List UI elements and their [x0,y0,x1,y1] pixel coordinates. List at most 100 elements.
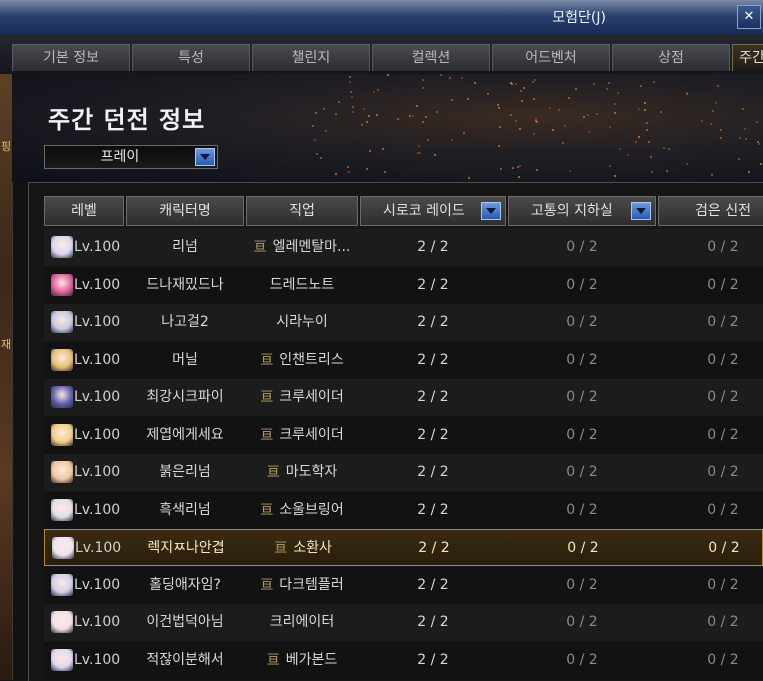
clear-count-cell: 0 / 2 [707,276,739,293]
character-avatar [51,311,73,333]
clear-count-cell: 0 / 2 [707,314,739,330]
character-name-cell: 렉지ㅉ나안겹 [147,540,225,556]
guild-emblem-icon: 亘 [266,652,280,668]
clear-count-cell: 2 / 2 [417,351,449,368]
ember-particle [607,82,610,85]
ember-particle [685,162,688,165]
character-name-cell: 이건법덕아님 [146,614,224,630]
job-label: 엘레멘탈마... [272,239,351,255]
ember-particle [337,100,340,103]
table-row[interactable]: Lv.100 나고걸2 시라누이 2 / 2 0 / 2 0 / 2 [44,304,763,341]
ember-particle [558,108,561,111]
job-label: 크루세이더 [279,426,344,443]
column-header-job[interactable]: 직업 [246,196,358,226]
ember-particle [711,110,714,113]
tab-traits[interactable]: 특성 [132,44,250,71]
level-cell: Lv.100 [74,351,121,368]
clear-count-cell: 2 / 2 [418,540,450,556]
tab-challenge[interactable]: 챌린지 [252,44,370,71]
ember-particle [757,143,760,146]
clear-count-cell: 2 / 2 [417,576,449,593]
ember-particle [463,132,466,135]
tab-shop[interactable]: 상점 [612,44,730,71]
ember-particle [667,148,670,151]
chevron-down-icon[interactable] [631,202,651,220]
ember-particle [350,96,353,99]
ember-particle [467,98,470,101]
table-row[interactable]: Lv.100 홀딩애자임? 亘 다크템플러 2 / 2 0 / 2 0 / 2 [44,566,763,604]
table-row[interactable]: Lv.100 렉지ㅉ나안겹 亘 소환사 2 / 2 0 / 2 0 / 2 [44,529,763,566]
job-label: 마도학자 [285,464,338,480]
column-header-black-temple[interactable]: 검은 신전 [658,196,763,226]
close-icon[interactable]: ✕ [737,5,761,29]
ember-particle [361,124,364,127]
ember-particle [367,114,370,117]
ember-particle [595,112,598,115]
table-row[interactable]: Lv.100 머닐 亘 인챈트리스 2 / 2 0 / 2 0 / 2 [44,341,763,379]
column-label: 캐릭터명 [159,203,211,219]
job-cell: 시라누이 [246,304,358,341]
column-header-sirocco-raid[interactable]: 시로코 레이드 [360,196,506,226]
chevron-down-icon[interactable] [195,148,215,166]
character-name-cell: 머닐 [172,351,198,368]
ember-particle [532,132,535,135]
job-label: 소환사 [293,540,332,556]
ember-particle [451,99,453,102]
table-row[interactable]: Lv.100 최강시크파이 亘 크루세이더 2 / 2 0 / 2 0 / 2 [44,379,763,416]
ember-particle [741,108,744,111]
ember-particle [666,170,669,173]
ember-particle [422,86,425,89]
window-titlebar[interactable]: 모험단(J) ✕ [0,0,763,35]
clear-count-cell: 0 / 2 [566,389,598,405]
ember-particle [618,148,621,151]
table-row[interactable]: Lv.100 이건법덕아님 크리에이터 2 / 2 0 / 2 0 / 2 [44,604,763,641]
ember-particle [421,79,424,82]
ember-particle [514,120,517,123]
dungeon-filter-dropdown[interactable]: 프레이 [44,145,218,169]
character-avatar [51,498,73,521]
clear-count-cell: 0 / 2 [707,576,739,593]
column-header-level[interactable]: 레벨 [44,196,124,226]
ember-particle [347,166,350,169]
ember-particle [426,138,429,141]
column-header-underground[interactable]: 고통의 지하실 [508,196,656,226]
column-header-character[interactable]: 캐릭터명 [126,196,244,226]
table-row[interactable]: Lv.100 드나재밌드나 드레드노트 2 / 2 0 / 2 0 / 2 [44,266,763,304]
ember-particle [421,120,424,123]
ember-particle [408,115,411,118]
ember-particle [497,145,500,148]
table-row[interactable]: Lv.100 적잖이분해서 亘 베가본드 2 / 2 0 / 2 0 / 2 [44,641,763,679]
ember-particle [535,118,538,121]
ember-particle [373,91,376,94]
tab-collection[interactable]: 컬렉션 [372,44,490,71]
level-cell: Lv.100 [74,239,121,255]
ember-particle [613,174,616,177]
ember-particle [755,120,758,123]
guild-emblem-icon: 亘 [260,352,274,368]
ember-particle [616,91,619,94]
job-label: 시라누이 [276,314,328,330]
clear-count-cell: 0 / 2 [707,651,739,668]
chevron-down-icon[interactable] [481,202,501,220]
table-row[interactable]: Lv.100 제엽에게세요 亘 크루세이더 2 / 2 0 / 2 0 / 2 [44,416,763,454]
ember-particle [614,111,617,114]
tab-basic-info[interactable]: 기본 정보 [12,44,130,71]
table-row[interactable]: Lv.100 리넘 亘 엘레멘탈마... 2 / 2 0 / 2 0 / 2 [44,229,763,266]
character-name-cell: 홀딩애자임? [149,576,221,593]
character-avatar [51,386,73,408]
guild-emblem-icon: 亘 [274,541,288,556]
ember-particle [319,156,322,159]
level-cell: Lv.100 [74,501,121,518]
tab-weekly[interactable]: 주간 [732,44,763,71]
table-row[interactable]: Lv.100 흑색리넘 亘 소울브링어 2 / 2 0 / 2 0 / 2 [44,491,763,529]
tab-adventure[interactable]: 어드벤처 [492,44,610,71]
ember-particle [549,107,552,110]
ember-particle [322,107,325,110]
clear-count-cell: 0 / 2 [566,501,598,518]
table-row[interactable]: Lv.100 붉은리넘 亘 마도학자 2 / 2 0 / 2 0 / 2 [44,454,763,491]
ember-particle [514,83,517,86]
ember-particle [335,112,338,115]
window-title: 모험단(J) [552,10,606,26]
guild-emblem-icon: 亘 [253,240,267,255]
character-avatar [51,573,73,596]
